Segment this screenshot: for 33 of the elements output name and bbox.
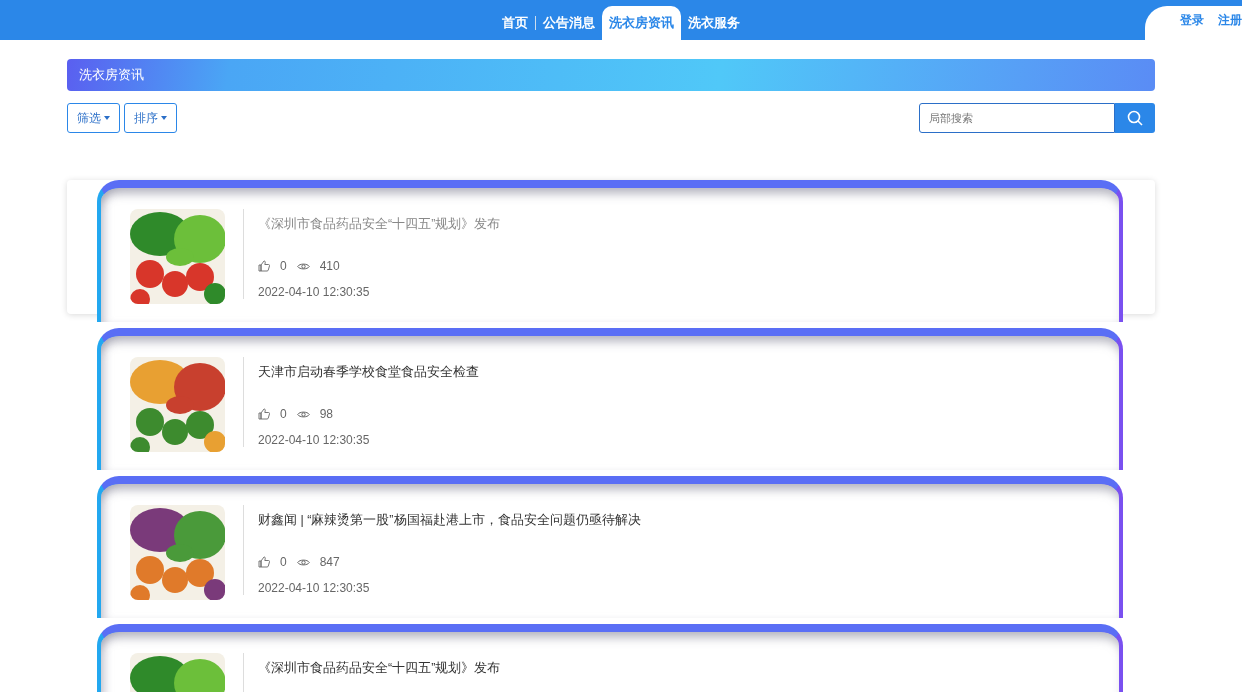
like-count: 0: [280, 555, 287, 569]
article-date: 2022-04-10 12:30:35: [258, 433, 371, 447]
auth-link[interactable]: 登录: [1180, 11, 1204, 29]
dropdown-button[interactable]: 筛选: [67, 103, 120, 133]
view-count: 847: [319, 555, 340, 569]
article-title[interactable]: 天津市启动春季学校食堂食品安全检查: [258, 364, 479, 381]
article-title[interactable]: 《深圳市食品药品安全“十四五”规划》发布: [258, 216, 501, 233]
like-count: 0: [280, 407, 287, 421]
thumbs-up-icon[interactable]: [258, 556, 270, 568]
search-field[interactable]: 局部搜索: [919, 103, 1115, 133]
article-title[interactable]: 《深圳市食品药品安全“十四五”规划》发布: [258, 660, 501, 677]
nav-tab[interactable]: 洗衣服务: [681, 6, 747, 40]
eye-icon: [296, 409, 310, 419]
view-count: 98: [319, 407, 334, 421]
like-count: 0: [280, 259, 287, 273]
eye-icon: [296, 557, 310, 567]
caret-icon: [161, 116, 167, 120]
thumbs-up-icon[interactable]: [258, 260, 270, 272]
auth-link[interactable]: 注册: [1218, 11, 1242, 29]
section-banner: 洗衣房资讯: [67, 59, 1155, 91]
article-title[interactable]: 财鑫闻 | “麻辣烫第一股”杨国福赴港上市，食品安全问题仍亟待解决: [258, 512, 641, 529]
nav-tab[interactable]: 洗衣房资讯: [602, 6, 681, 40]
caret-icon: [104, 116, 110, 120]
nav-tab[interactable]: 首页: [495, 6, 535, 40]
search-icon: [1127, 110, 1143, 126]
article-date: 2022-04-10 12:30:35: [258, 581, 371, 595]
dropdown-button[interactable]: 排序: [124, 103, 177, 133]
thumbs-up-icon[interactable]: [258, 408, 270, 420]
view-count: 410: [319, 259, 340, 273]
nav-tab[interactable]: 公告消息: [536, 6, 602, 40]
article-date: 2022-04-10 12:30:35: [258, 285, 371, 299]
eye-icon: [296, 261, 310, 271]
search-button[interactable]: [1115, 103, 1155, 133]
